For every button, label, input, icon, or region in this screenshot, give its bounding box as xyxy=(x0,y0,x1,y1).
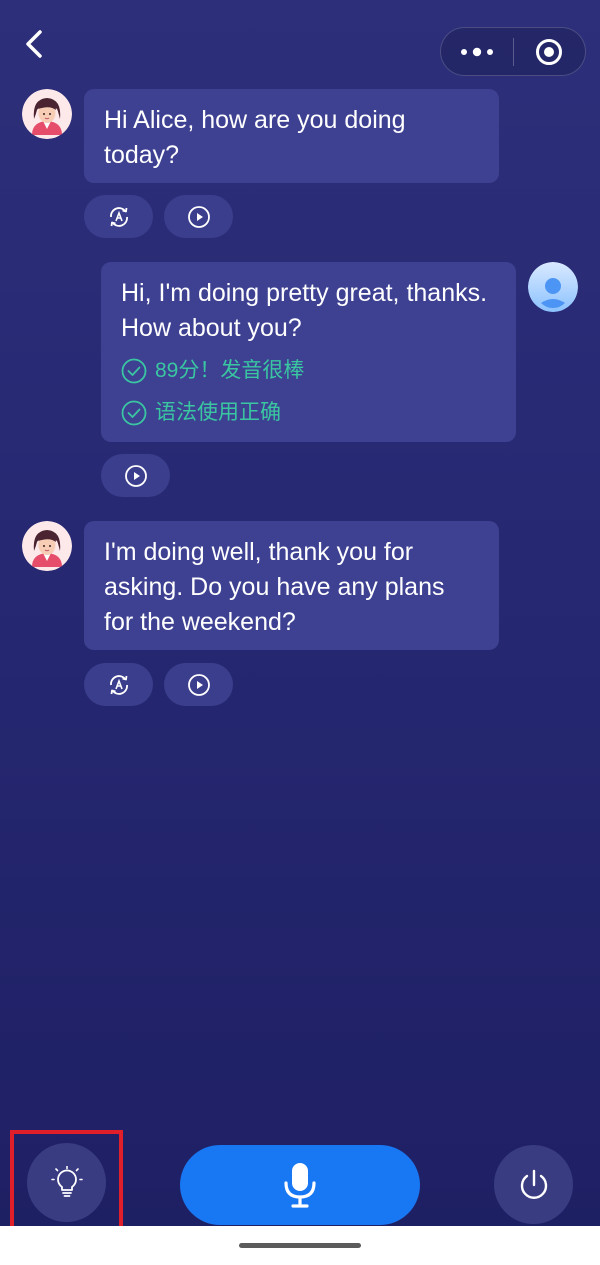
message-text: Hi Alice, how are you doing today? xyxy=(104,106,406,169)
play-audio-button[interactable] xyxy=(101,454,170,497)
play-icon xyxy=(187,673,210,696)
lightbulb-icon xyxy=(50,1165,83,1197)
more-button[interactable] xyxy=(441,28,513,75)
home-indicator[interactable] xyxy=(239,1243,361,1248)
hint-button[interactable] xyxy=(27,1143,106,1222)
more-dots-icon xyxy=(460,47,493,56)
close-miniprogram-button[interactable] xyxy=(514,28,586,75)
assistant-message-bubble: Hi Alice, how are you doing today? xyxy=(84,89,499,183)
power-icon xyxy=(520,1169,547,1199)
play-audio-button[interactable] xyxy=(164,663,233,706)
grammar-feedback-text: 语法使用正确 xyxy=(155,401,281,424)
pronunciation-feedback: 89分！发音很棒 xyxy=(121,356,496,386)
mini-program-capsule xyxy=(440,27,586,76)
check-circle-icon xyxy=(121,358,147,384)
message-text: I'm doing well, thank you for asking. Do… xyxy=(104,538,445,636)
user-message-bubble: Hi, I'm doing pretty great, thanks. How … xyxy=(101,262,516,442)
chevron-left-icon xyxy=(26,30,42,58)
message-text: Hi, I'm doing pretty great, thanks. How … xyxy=(121,279,488,342)
female-tutor-avatar xyxy=(22,521,72,571)
play-icon xyxy=(124,464,147,487)
user-avatar xyxy=(528,262,578,312)
translate-icon xyxy=(109,674,128,695)
pronunciation-score-text: 89分！发音很棒 xyxy=(155,359,305,382)
microphone-button[interactable] xyxy=(180,1145,420,1225)
check-circle-icon xyxy=(121,400,147,426)
grammar-feedback: 语法使用正确 xyxy=(121,398,496,428)
assistant-message-bubble: I'm doing well, thank you for asking. Do… xyxy=(84,521,499,650)
microphone-icon xyxy=(284,1163,316,1208)
female-tutor-avatar xyxy=(22,89,72,139)
translate-button[interactable] xyxy=(84,663,153,706)
translate-icon xyxy=(109,206,128,227)
end-conversation-button[interactable] xyxy=(494,1145,573,1224)
play-icon xyxy=(187,205,210,228)
translate-button[interactable] xyxy=(84,195,153,238)
target-circle-icon xyxy=(536,38,563,65)
back-button[interactable] xyxy=(14,24,54,64)
play-audio-button[interactable] xyxy=(164,195,233,238)
